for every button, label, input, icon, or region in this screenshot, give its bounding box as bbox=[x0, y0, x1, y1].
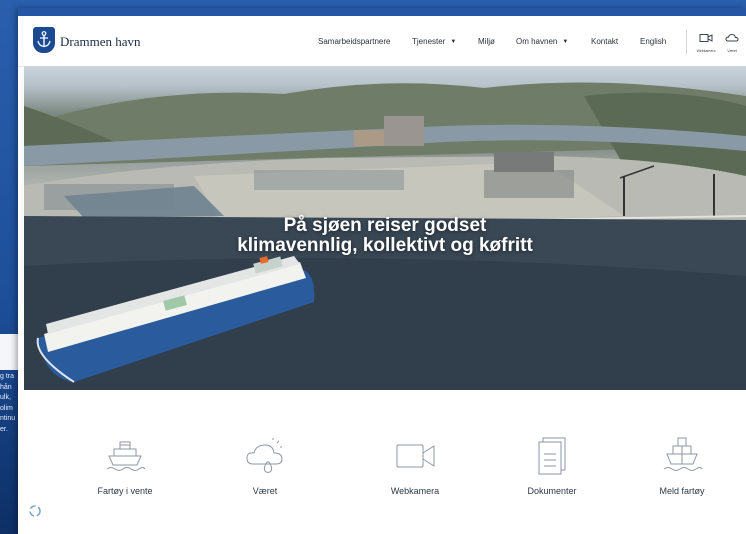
hero-title-line: På sjøen reiser godset bbox=[283, 215, 487, 236]
nav-samarbeidspartnere[interactable]: Samarbeidspartnere bbox=[318, 37, 390, 46]
nav-label: Tjenester bbox=[412, 37, 446, 46]
webcam-icon bbox=[699, 34, 713, 42]
nav-label: English bbox=[640, 37, 667, 46]
quicklink-label: Været bbox=[252, 486, 278, 496]
documents-icon bbox=[538, 437, 566, 475]
nav-kontakt[interactable]: Kontakt bbox=[591, 37, 618, 46]
nav-om-havnen[interactable]: Om havnen ▼ bbox=[516, 37, 568, 46]
quicklink-label: Meld fartøy bbox=[659, 486, 705, 496]
hero-title: På sjøen reiser godset klimavennlig, kol… bbox=[24, 216, 746, 256]
anchor-logo-icon[interactable] bbox=[33, 27, 55, 53]
site-header: Drammen havn Samarbeidspartnere Tjeneste… bbox=[18, 16, 746, 67]
hero-banner: På sjøen reiser godset klimavennlig, kol… bbox=[24, 66, 746, 390]
header-icon-label: Været bbox=[727, 49, 737, 53]
quicklink-label: Fartøy i vente bbox=[97, 486, 153, 496]
brand-name[interactable]: Drammen havn bbox=[60, 34, 141, 50]
quicklink-label: Dokumenter bbox=[527, 486, 577, 496]
nav-label: Om havnen bbox=[516, 37, 558, 46]
header-weather-button[interactable]: Været bbox=[720, 30, 744, 53]
quicklink-webkamera[interactable]: Webkamera bbox=[365, 434, 465, 496]
quick-links: Fartøy i vente Været Webkamera Dokumente… bbox=[24, 390, 746, 534]
caret-down-icon: ▼ bbox=[450, 39, 457, 45]
nav-label: Kontakt bbox=[591, 37, 619, 46]
quicklink-dokumenter[interactable]: Dokumenter bbox=[502, 434, 602, 496]
header-webcam-button[interactable]: Webkamera bbox=[694, 30, 718, 53]
nav-divider bbox=[686, 30, 687, 54]
hero-title-line: klimavennlig, kollektivt og køfritt bbox=[237, 235, 533, 256]
window-top-bar bbox=[18, 8, 746, 16]
nav-tjenester[interactable]: Tjenester ▼ bbox=[412, 37, 456, 46]
ship-waiting-icon bbox=[106, 441, 146, 471]
header-icon-label: Webkamera bbox=[696, 49, 716, 53]
weather-icon bbox=[725, 33, 739, 42]
caret-down-icon: ▼ bbox=[562, 39, 569, 45]
weather-icon bbox=[246, 438, 283, 473]
report-vessel-icon bbox=[663, 437, 703, 471]
quicklink-label: Webkamera bbox=[390, 486, 440, 496]
browser-page: Drammen havn Samarbeidspartnere Tjeneste… bbox=[18, 8, 746, 534]
quicklink-varet[interactable]: Været bbox=[215, 434, 315, 496]
quicklink-fartoy-i-vente[interactable]: Fartøy i vente bbox=[75, 434, 175, 496]
webcam-icon bbox=[396, 444, 435, 468]
nav-miljo[interactable]: Miljø bbox=[478, 37, 495, 46]
nav-label: Miljø bbox=[478, 37, 495, 46]
refresh-icon[interactable] bbox=[28, 504, 42, 518]
nav-english[interactable]: English bbox=[640, 37, 666, 46]
quicklink-meld-fartoy[interactable]: Meld fartøy bbox=[632, 434, 732, 496]
nav-label: Samarbeidspartnere bbox=[318, 37, 391, 46]
